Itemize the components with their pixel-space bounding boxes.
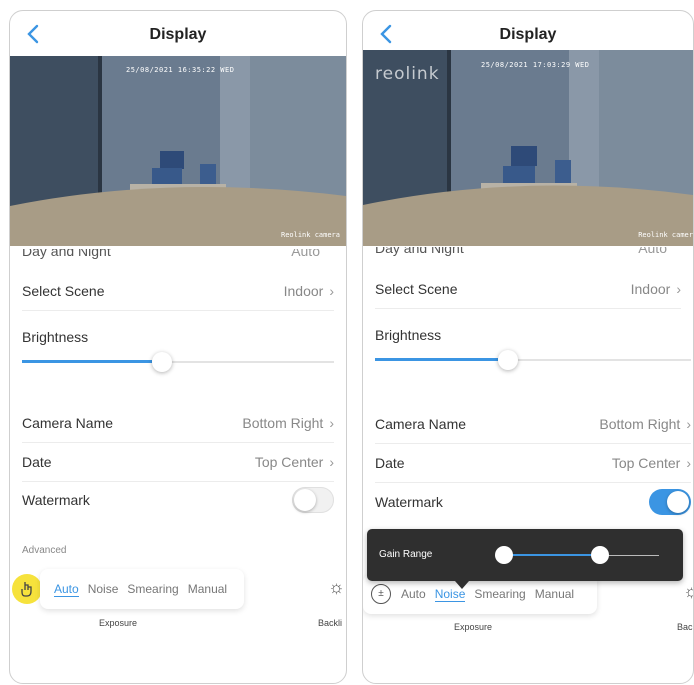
slider-fill xyxy=(22,360,152,363)
exposure-label: Exposure xyxy=(454,622,493,632)
select-scene-row[interactable]: Select Scene Indoor › xyxy=(375,270,681,309)
camera-scene-image xyxy=(10,56,346,246)
exposure-option-smearing[interactable]: Smearing xyxy=(474,587,525,601)
exposure-option-manual[interactable]: Manual xyxy=(188,582,227,596)
watermark-label: Watermark xyxy=(375,494,443,510)
gain-range-high-knob[interactable] xyxy=(591,546,609,564)
backlight-label: Bac xyxy=(677,622,693,632)
select-scene-value: Indoor xyxy=(630,281,671,297)
watermark-toggle[interactable] xyxy=(649,489,691,515)
touch-cursor-highlight xyxy=(12,574,42,604)
camera-label: Reolink camera xyxy=(280,231,340,239)
page-title: Display xyxy=(149,26,207,43)
chevron-right-icon: › xyxy=(329,283,334,299)
brightness-slider[interactable] xyxy=(22,352,334,372)
day-night-row[interactable]: Day and Night Auto xyxy=(22,249,334,269)
toggle-knob xyxy=(667,491,689,513)
brightness-label: Brightness xyxy=(22,329,89,345)
date-label: Date xyxy=(22,454,52,470)
date-value: Top Center xyxy=(611,455,681,471)
watermark-row: Watermark xyxy=(375,483,691,521)
reolink-logo: reolink xyxy=(375,64,440,84)
chevron-right-icon: › xyxy=(329,415,334,431)
select-scene-label: Select Scene xyxy=(375,281,458,297)
date-row[interactable]: Date Top Center › xyxy=(375,444,691,483)
camera-name-label: Camera Name xyxy=(22,415,114,431)
slider-fill xyxy=(375,358,498,361)
gain-range-label: Gain Range xyxy=(379,549,433,560)
select-scene-value: Indoor xyxy=(283,283,324,299)
backlight-label: Backli xyxy=(318,618,343,628)
day-night-value: Auto xyxy=(291,249,320,259)
video-timestamp: 25/08/2021 17:03:29 WED xyxy=(481,61,590,69)
watermark-label: Watermark xyxy=(22,492,90,508)
camera-name-value: Bottom Right xyxy=(242,415,324,431)
camera-preview[interactable]: reolink 25/08/2021 17:03:29 WED Reolink … xyxy=(363,50,693,246)
camera-name-label: Camera Name xyxy=(375,416,467,432)
slider-knob[interactable] xyxy=(152,352,172,372)
header: Display xyxy=(363,11,693,55)
backlight-icon[interactable]: ☼ xyxy=(328,577,345,598)
gain-range-low-knob[interactable] xyxy=(495,546,513,564)
exposure-icon: ± xyxy=(371,584,391,604)
backlight-icon[interactable]: ☼ xyxy=(683,581,693,602)
chevron-right-icon: › xyxy=(686,455,691,471)
slider-knob[interactable] xyxy=(498,350,518,370)
select-scene-label: Select Scene xyxy=(22,283,105,299)
select-scene-row[interactable]: Select Scene Indoor › xyxy=(22,272,334,311)
date-label: Date xyxy=(375,455,405,471)
exposure-option-smearing[interactable]: Smearing xyxy=(127,582,178,596)
day-night-label: Day and Night xyxy=(375,247,464,256)
advanced-section-label: Advanced xyxy=(22,545,67,556)
brightness-slider[interactable] xyxy=(375,350,691,370)
watermark-row: Watermark xyxy=(22,481,334,519)
exposure-mode-selector: Auto Noise Smearing Manual xyxy=(40,569,244,609)
gain-range-fill xyxy=(503,554,599,556)
popup-pointer xyxy=(455,581,469,589)
camera-name-row[interactable]: Camera Name Bottom Right › xyxy=(375,405,691,444)
day-night-value: Auto xyxy=(638,247,667,256)
chevron-right-icon: › xyxy=(329,454,334,470)
brightness-label: Brightness xyxy=(375,327,442,343)
left-phone-screen: Display 25/08/2021 16:35:22 WED Reolink … xyxy=(9,10,347,684)
camera-preview[interactable]: 25/08/2021 16:35:22 WED Reolink camera xyxy=(10,56,346,246)
exposure-option-auto[interactable]: Auto xyxy=(54,582,79,597)
gain-range-popup: Gain Range xyxy=(367,529,683,589)
toggle-knob xyxy=(294,489,316,511)
date-value: Top Center xyxy=(254,454,324,470)
header: Display xyxy=(10,11,346,55)
day-night-row[interactable]: Day and Night Auto xyxy=(375,247,681,267)
date-row[interactable]: Date Top Center › xyxy=(22,443,334,482)
day-night-label: Day and Night xyxy=(22,249,111,259)
exposure-option-noise[interactable]: Noise xyxy=(88,582,119,596)
right-phone-screen: Display reolink 25/08/2021 17:03:29 WED … xyxy=(362,10,694,684)
video-timestamp: 25/08/2021 16:35:22 WED xyxy=(126,66,235,74)
camera-name-value: Bottom Right xyxy=(599,416,681,432)
exposure-option-manual[interactable]: Manual xyxy=(535,587,574,601)
exposure-label: Exposure xyxy=(99,618,138,628)
exposure-option-auto[interactable]: Auto xyxy=(401,587,426,601)
camera-name-row[interactable]: Camera Name Bottom Right › xyxy=(22,404,334,443)
camera-label: Reolink camer xyxy=(638,231,693,239)
chevron-right-icon: › xyxy=(676,281,681,297)
hand-pointer-icon xyxy=(21,582,32,597)
watermark-toggle[interactable] xyxy=(292,487,334,513)
chevron-right-icon: › xyxy=(686,416,691,432)
page-title: Display xyxy=(499,26,557,43)
